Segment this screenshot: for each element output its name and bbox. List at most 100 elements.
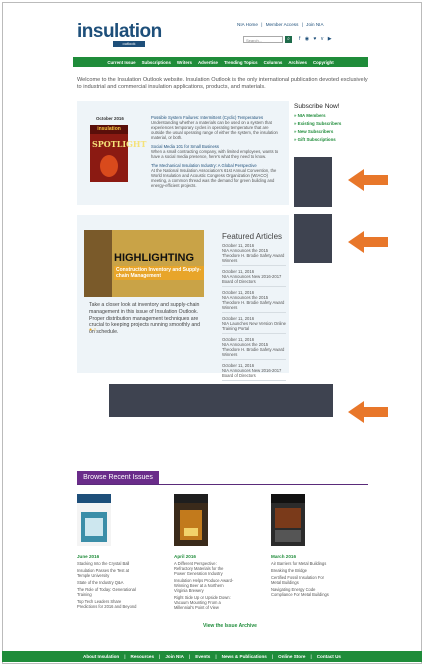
item-text: NIA Announces the 2015 Theodore H. Brodi… [222,342,285,357]
issue-article[interactable]: Air Barriers for Metal Buildings [271,561,333,566]
current-issue-date: October 2016 [96,116,124,121]
nav-archives[interactable]: Archives [288,60,307,65]
separator: | [301,22,303,27]
footer-online-store[interactable]: Online Store [278,654,305,659]
intro-text: Welcome to the Insulation Outlook websit… [77,77,368,90]
list-item[interactable]: October 11, 2016 NIA Announces New 2016-… [222,269,286,287]
issue-month[interactable]: April 2016 [174,554,236,559]
youtube-icon[interactable]: ▶ [328,36,332,42]
issue-column-march: March 2016 Air Barriers for Metal Buildi… [271,494,333,599]
article-summary: At the National Insulation Association's… [151,168,277,188]
issue-column-june: June 2016 Stacking Into the Crystal Ball… [77,494,139,611]
twitter-icon[interactable]: ♥ [314,36,317,42]
nav-advertise[interactable]: Advertise [198,60,218,65]
main-nav: Current Issue Subscriptions Writers Adve… [73,57,368,67]
cover-title: SPOTLIGHT [92,139,147,149]
item-text: NIA Announces the 2015 Theodore H. Brodi… [222,248,285,263]
nia-home-link[interactable]: NIA Home [237,22,258,27]
separator: | [124,654,126,659]
issue-article[interactable]: Top Tech Leaders Share Predictions for 2… [77,599,139,609]
separator: | [271,654,274,659]
subscribe-nia-members[interactable]: » NIA Members [294,113,341,118]
issue-article[interactable]: Insulation Passes the Test at Temple Uni… [77,568,139,578]
cover-art [100,155,118,177]
list-item[interactable]: October 11, 2016 NIA Announces the 2015 … [222,337,286,360]
issue-article[interactable]: A Different Perspective: Refractory Mate… [174,561,236,576]
issue-month[interactable]: June 2016 [77,554,139,559]
april-cover[interactable] [174,494,208,546]
ad-placeholder-2[interactable] [294,214,332,263]
vimeo-icon[interactable]: v [321,36,324,42]
issue-article[interactable]: Stacking Into the Crystal Ball [77,561,139,566]
list-item[interactable]: October 11, 2016 NIA Announces the 2015 … [222,290,286,313]
join-nia-link[interactable]: Join NIA [306,22,323,27]
article-summary: When a small contracting company, with l… [151,149,279,159]
browse-recent-issues-tab: Browse Recent Issues [77,471,159,484]
footer-news-publications[interactable]: News & Publications [222,654,267,659]
ad-placeholder-1[interactable] [294,157,332,207]
item-text: NIA Announces the 2015 Theodore H. Brodi… [222,295,285,310]
issue-article[interactable]: Breaking the Bridge [271,568,333,573]
issue-month[interactable]: March 2016 [271,554,333,559]
site-logo[interactable]: insulation outlook [77,22,162,47]
subscribe-panel: Subscribe Now! » NIA Members » Existing … [294,103,341,145]
footer-about-insulation[interactable]: About Insulation [83,654,119,659]
list-item[interactable]: October 11, 2016 NIA Announces New 2016-… [222,363,286,381]
current-issue-cover[interactable]: insulation SPOTLIGHT [90,125,146,182]
arrow-left-icon [348,401,388,423]
june-cover[interactable] [77,494,111,546]
issue-article[interactable]: Insulation Helps Produce Award-Winning B… [174,578,236,593]
footer-join-nia[interactable]: Join NIA [165,654,184,659]
issue-article[interactable]: Certified Fossil Insulation For Metal Bu… [271,575,333,585]
item-text: NIA Announces New 2016-2017 Board of Dir… [222,368,282,378]
nav-current-issue[interactable]: Current Issue [107,60,135,65]
subscribe-existing[interactable]: » Existing Subscribers [294,121,341,126]
issue-article[interactable]: The Role of Today: Generational Training [77,587,139,597]
slide-pager-dots[interactable]: ● ○ [89,327,96,333]
facebook-icon[interactable]: f [299,36,300,42]
issue-article[interactable]: State of the Industry Q&A [77,580,139,585]
current-issue-articles: Possible System Failures: Intermittent (… [151,115,283,192]
member-access-link[interactable]: Member Access [266,22,299,27]
issue-column-april: April 2016 A Different Perspective: Refr… [174,494,236,612]
list-item[interactable]: October 11, 2016 NIA Announces the 2015 … [222,243,286,266]
nav-copyright[interactable]: Copyright [313,60,334,65]
view-archive-link[interactable]: View the Issue Archive [203,623,257,629]
search-icon: ⌕ [287,36,290,42]
search-input[interactable]: Search... [243,36,283,43]
separator: | [261,22,263,27]
separator: | [188,654,191,659]
top-links: NIA Home | Member Access | Join NIA [236,22,325,27]
rss-icon[interactable]: ◉ [305,36,309,42]
arrow-left-icon [348,169,388,191]
cover-masthead: insulation [90,125,128,134]
list-item[interactable]: October 11, 2016 NIA Launches New Versio… [222,316,286,334]
item-text: NIA Launches New Version Online Training… [222,321,287,331]
issue-article[interactable]: Navigating Energy Code Compliance For Me… [271,587,333,597]
subscribe-gift[interactable]: » Gift Subscriptions [294,137,341,142]
footer-resources[interactable]: Resources [131,654,155,659]
footer-events[interactable]: Events [195,654,210,659]
nav-columns[interactable]: Columns [264,60,283,65]
march-cover[interactable] [271,494,305,546]
issue-article[interactable]: Right Side Up or Upside Down: Vacuum Mou… [174,595,236,610]
footer-nav: About Insulation | Resources | Join NIA … [2,651,422,662]
item-text: NIA Announces New 2016-2017 Board of Dir… [222,274,282,284]
footer-contact-us[interactable]: Contact Us [317,654,341,659]
separator: | [159,654,161,659]
ad-placeholder-banner[interactable] [109,384,333,417]
article-summary: Understanding whether a materials can be… [151,120,278,140]
article-item: Social Media 101 for Small Business When… [151,144,283,159]
subscribe-new[interactable]: » New Subscribers [294,129,341,134]
nav-trending-topics[interactable]: Trending Topics [224,60,258,65]
social-links: f ◉ ♥ v ▶ [299,36,335,42]
separator: | [310,654,312,659]
article-item: Possible System Failures: Intermittent (… [151,115,283,140]
slide-caption: Take a closer look at inventory and supp… [89,302,201,336]
featured-slide-image[interactable]: HIGHLIGHTING Construction Inventory and … [84,230,204,297]
nav-writers[interactable]: Writers [177,60,192,65]
separator: | [215,654,217,659]
nav-subscriptions[interactable]: Subscriptions [142,60,171,65]
current-issue-panel: October 2016 insulation SPOTLIGHT Possib… [77,101,289,205]
search-button[interactable]: ⌕ [285,36,292,43]
